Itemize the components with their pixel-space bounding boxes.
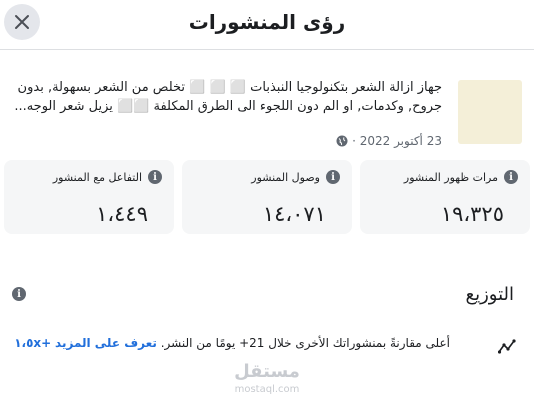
info-icon[interactable]: i bbox=[504, 170, 518, 184]
stat-value: ١٤،٠٧١ bbox=[263, 202, 326, 226]
stats-row: i مرات ظهور المنشور ١٩،٣٢٥ i وصول المنشو… bbox=[4, 160, 530, 234]
stat-value: ١٩،٣٢٥ bbox=[441, 202, 504, 226]
distribution-badge: +١،٥x bbox=[14, 336, 51, 350]
page-title: رؤى المنشورات bbox=[0, 10, 534, 34]
close-icon bbox=[14, 14, 30, 30]
info-icon[interactable]: i bbox=[326, 170, 340, 184]
post-meta: 23 أكتوبر 2022 · bbox=[336, 134, 442, 148]
stat-card-engagement: i التفاعل مع المنشور ١،٤٤٩ bbox=[4, 160, 174, 234]
stat-card-reach: i وصول المنشور ١٤،٠٧١ bbox=[182, 160, 352, 234]
post-preview[interactable]: جهاز ازالة الشعر بتكنولوجيا النبذبات ⬜ ⬜… bbox=[10, 72, 524, 162]
globe-icon bbox=[336, 135, 348, 147]
distribution-summary: أعلى مقارنةً بمنشوراتك الأخرى خلال 21+ ي… bbox=[10, 334, 450, 352]
post-thumbnail[interactable] bbox=[458, 80, 522, 144]
post-text: جهاز ازالة الشعر بتكنولوجيا النبذبات ⬜ ⬜… bbox=[12, 78, 442, 116]
distribution-text: أعلى مقارنةً بمنشوراتك الأخرى خلال 21+ ي… bbox=[161, 336, 450, 350]
stat-value: ١،٤٤٩ bbox=[96, 202, 148, 226]
post-date: 23 أكتوبر 2022 · bbox=[352, 134, 442, 148]
watermark-text: مستقل bbox=[234, 361, 300, 382]
watermark-url: mostaql.com bbox=[232, 381, 302, 399]
stat-label: وصول المنشور bbox=[251, 171, 320, 184]
learn-more-link[interactable]: تعرف على المزيد bbox=[55, 336, 157, 350]
watermark-logo: مستقل mostaql.com bbox=[232, 363, 302, 399]
info-icon[interactable]: i bbox=[12, 287, 26, 301]
stat-label: مرات ظهور المنشور bbox=[404, 171, 498, 184]
distribution-title: التوزيع bbox=[466, 284, 515, 305]
stat-label: التفاعل مع المنشور bbox=[53, 171, 142, 184]
info-icon[interactable]: i bbox=[148, 170, 162, 184]
header: رؤى المنشورات bbox=[0, 0, 534, 50]
close-button[interactable] bbox=[4, 4, 40, 40]
stat-card-impressions: i مرات ظهور المنشور ١٩،٣٢٥ bbox=[360, 160, 530, 234]
distribution-chart-icon bbox=[498, 338, 516, 354]
